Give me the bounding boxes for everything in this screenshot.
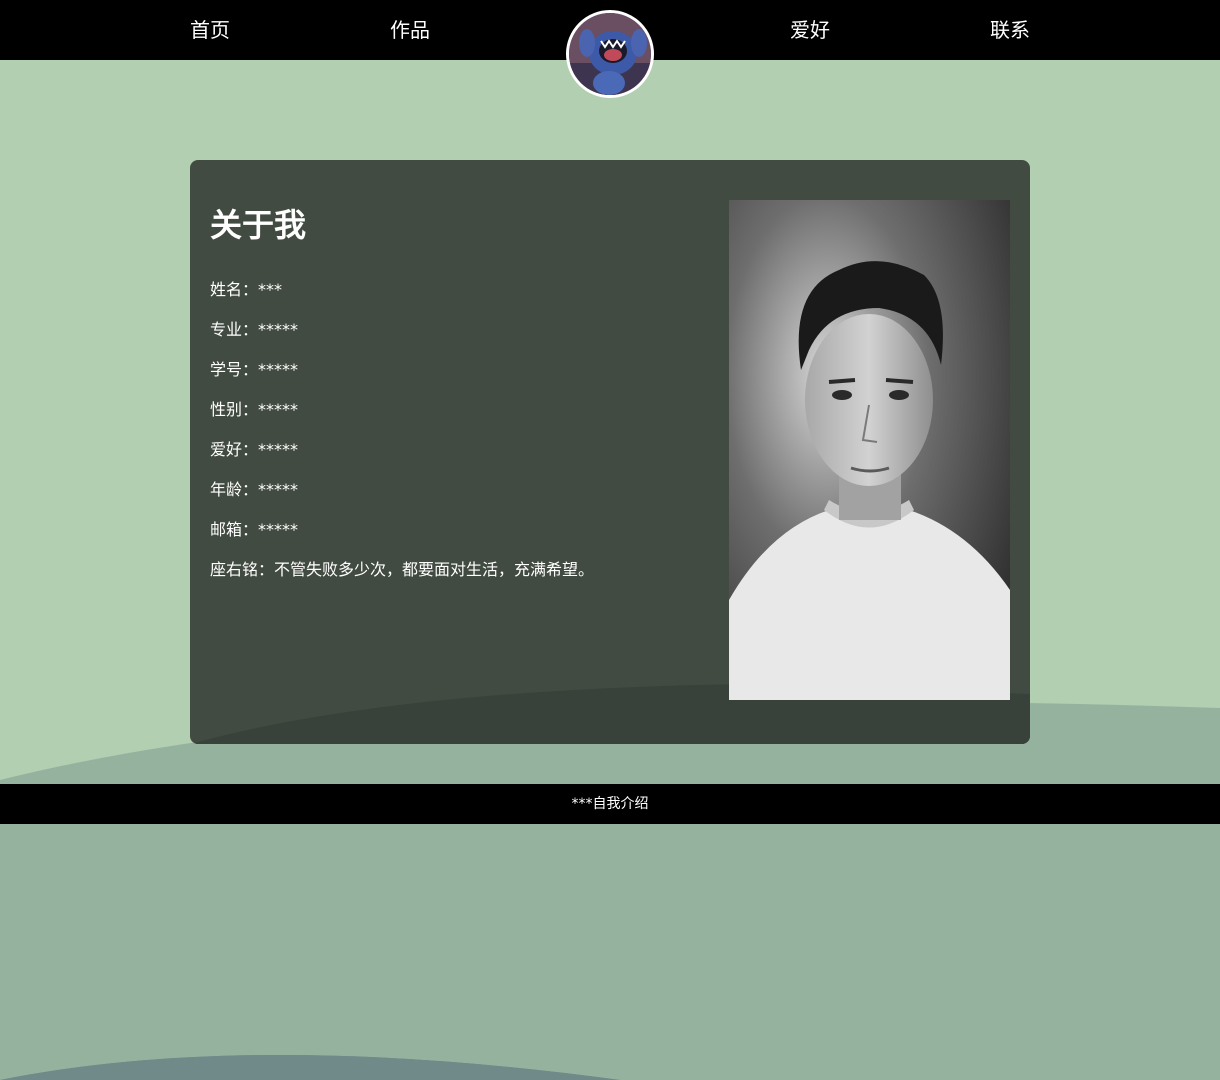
about-card: 关于我 姓名：*** 专业：***** 学号：***** 性别：***** 爱好… [190,160,1030,744]
avatar[interactable] [566,10,654,98]
nav-works[interactable]: 作品 [350,0,470,60]
info-major: 专业：***** [210,320,299,339]
cartoon-avatar-icon [569,13,651,95]
info-hobby: 爱好：***** [210,440,299,459]
info-student-id: 学号：***** [210,360,299,379]
info-age: 年龄：***** [210,480,299,499]
nav-home[interactable]: 首页 [150,0,270,60]
info-gender: 性别：***** [210,400,299,419]
nav-contact[interactable]: 联系 [950,0,1070,60]
info-name: 姓名：*** [210,280,283,299]
about-title: 关于我 [210,206,307,244]
portrait-photo [729,200,1010,700]
nav-hobbies[interactable]: 爱好 [750,0,870,60]
info-list: 姓名：*** 专业：***** 学号：***** 性别：***** 爱好：***… [210,280,594,600]
footer: ***自我介绍 [0,784,1220,824]
info-email: 邮箱：***** [210,520,299,539]
info-motto: 座右铭：不管失败多少次，都要面对生活，充满希望。 [210,560,595,579]
